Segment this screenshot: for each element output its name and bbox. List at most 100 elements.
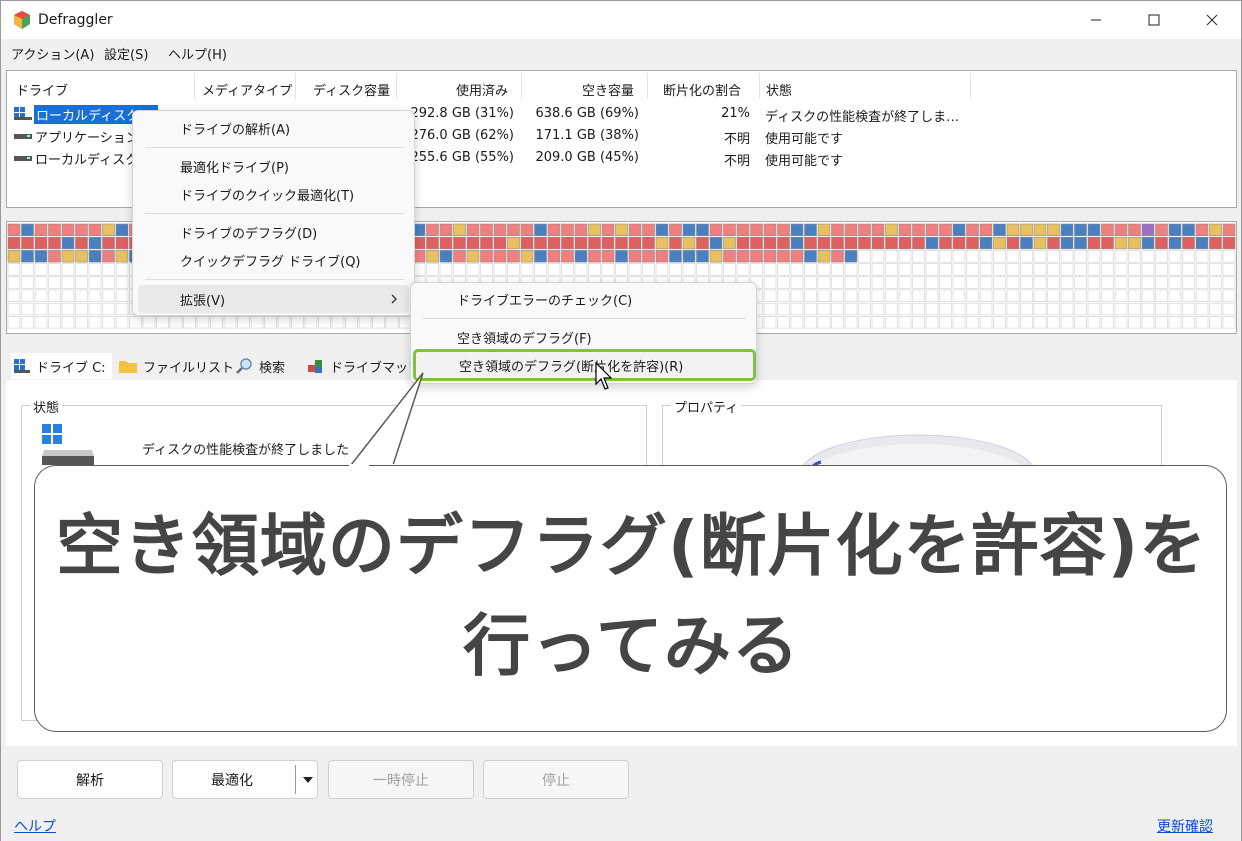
maximize-button[interactable] [1125, 1, 1183, 39]
cluster-block [1209, 276, 1222, 289]
cluster-block [871, 276, 885, 289]
cluster-block [979, 263, 993, 276]
cluster-block [88, 223, 102, 236]
cluster-block [736, 250, 750, 263]
cluster-block [763, 302, 777, 316]
cluster-block [1033, 236, 1047, 250]
cluster-block [1141, 289, 1155, 302]
cluster-block [88, 263, 102, 276]
cluster-block [1087, 276, 1101, 289]
cluster-block [939, 289, 952, 302]
close-icon [1206, 14, 1218, 26]
menu-item-defrag-drive[interactable]: ドライブのデフラグ(D) [133, 218, 317, 246]
cluster-block [817, 289, 831, 302]
drive-c-icon [14, 359, 30, 373]
column-header-free[interactable]: 空き容量 [582, 80, 634, 99]
help-link[interactable]: ヘルプ [14, 816, 56, 836]
drive-status: 使用可能です [765, 154, 844, 169]
drive-fragmentation: 不明 [723, 154, 750, 169]
cluster-block [210, 316, 223, 329]
cluster-block [1020, 302, 1033, 316]
cluster-block [966, 223, 979, 236]
column-header-fragmentation[interactable]: 断片化の割合 [663, 80, 741, 99]
cluster-block [682, 250, 696, 263]
tab-search[interactable]: 検索 [236, 353, 285, 379]
menu-item-analyze-drive[interactable]: ドライブの解析(A) [133, 114, 290, 142]
column-header-capacity[interactable]: ディスク容量 [313, 80, 390, 99]
cluster-block [993, 302, 1006, 316]
column-header-status[interactable]: 状態 [766, 80, 792, 99]
menu-item-optimize-drive[interactable]: 最適化ドライブ(P) [133, 152, 289, 180]
cluster-block [7, 250, 21, 263]
menu-item-defrag-free-space-allow-fragmentation[interactable]: 空き領域のデフラグ(断片化を許容)(R) [413, 349, 756, 381]
cluster-block [777, 316, 790, 329]
menu-item-quick-defrag[interactable]: クイックデフラグ ドライブ(Q) [133, 246, 361, 274]
cluster-block [925, 236, 939, 250]
cluster-block [979, 316, 993, 329]
menu-item-defrag-free-space[interactable]: 空き領域のデフラグ(F) [411, 323, 592, 351]
close-button[interactable] [1183, 1, 1241, 39]
cluster-block [48, 250, 61, 263]
cluster-block [34, 236, 48, 250]
stop-button[interactable]: 停止 [483, 760, 629, 799]
menu-item-advanced[interactable]: 拡張(V) [138, 285, 409, 313]
cluster-block [831, 276, 844, 289]
cluster-block [844, 316, 858, 329]
cluster-block [777, 289, 790, 302]
cluster-block [574, 236, 588, 250]
cluster-block [88, 250, 102, 263]
cluster-block [831, 263, 844, 276]
pause-button[interactable]: 一時停止 [328, 760, 474, 799]
minimize-button[interactable] [1067, 1, 1125, 39]
optimize-button[interactable]: 最適化 [172, 760, 318, 799]
cluster-block [777, 263, 790, 276]
cluster-block [615, 236, 628, 250]
cluster-block [453, 236, 466, 250]
cluster-block [952, 236, 966, 250]
cluster-block [1033, 223, 1047, 236]
cluster-block [1168, 236, 1182, 250]
menu-item-check-drive-errors[interactable]: ドライブエラーのチェック(C) [411, 285, 632, 313]
chevron-down-icon[interactable] [303, 777, 313, 783]
cluster-block [1074, 302, 1087, 316]
drive-free: 638.6 GB (69%) [535, 106, 639, 121]
cluster-block [196, 316, 210, 329]
cluster-block [115, 276, 129, 289]
update-check-link[interactable]: 更新確認 [1157, 816, 1213, 836]
column-header-drive[interactable]: ドライブ [16, 80, 68, 99]
cluster-block [669, 223, 682, 236]
cluster-block [831, 316, 844, 329]
cluster-block [493, 250, 507, 263]
cluster-block [439, 250, 453, 263]
cluster-block [1047, 316, 1060, 329]
cluster-block [831, 302, 844, 316]
menu-item-quick-optimize[interactable]: ドライブのクイック最適化(T) [133, 180, 354, 208]
cluster-block [102, 250, 115, 263]
cluster-block [966, 289, 979, 302]
column-header-used[interactable]: 使用済み [456, 80, 508, 99]
cluster-block [1141, 223, 1155, 236]
drive-free: 209.0 GB (45%) [535, 150, 639, 165]
cluster-block [21, 223, 34, 236]
cluster-block [88, 236, 102, 250]
cluster-block [372, 316, 385, 329]
cluster-block [1020, 236, 1033, 250]
cluster-block [655, 250, 669, 263]
column-header-media[interactable]: メディアタイプ [202, 80, 292, 99]
cluster-block [1128, 236, 1141, 250]
menu-action[interactable]: アクション(A) [11, 44, 94, 63]
callout-text: 空き領域のデフラグ(断片化を許容)を 行ってみる [35, 496, 1228, 696]
tab-file-list[interactable]: ファイルリスト [118, 353, 234, 379]
menu-help[interactable]: ヘルプ(H) [168, 44, 227, 63]
cluster-block [264, 316, 277, 329]
cluster-block [1020, 263, 1033, 276]
analyze-button[interactable]: 解析 [17, 760, 163, 799]
tab-drive[interactable]: ドライブ C: [11, 353, 112, 379]
cluster-block [898, 236, 912, 250]
menu-settings[interactable]: 設定(S) [104, 44, 148, 63]
cluster-block [48, 316, 61, 329]
cluster-block [1047, 250, 1060, 263]
cluster-block [1033, 263, 1047, 276]
tab-drive-label: ドライブ C: [36, 360, 106, 376]
cluster-block [7, 236, 21, 250]
